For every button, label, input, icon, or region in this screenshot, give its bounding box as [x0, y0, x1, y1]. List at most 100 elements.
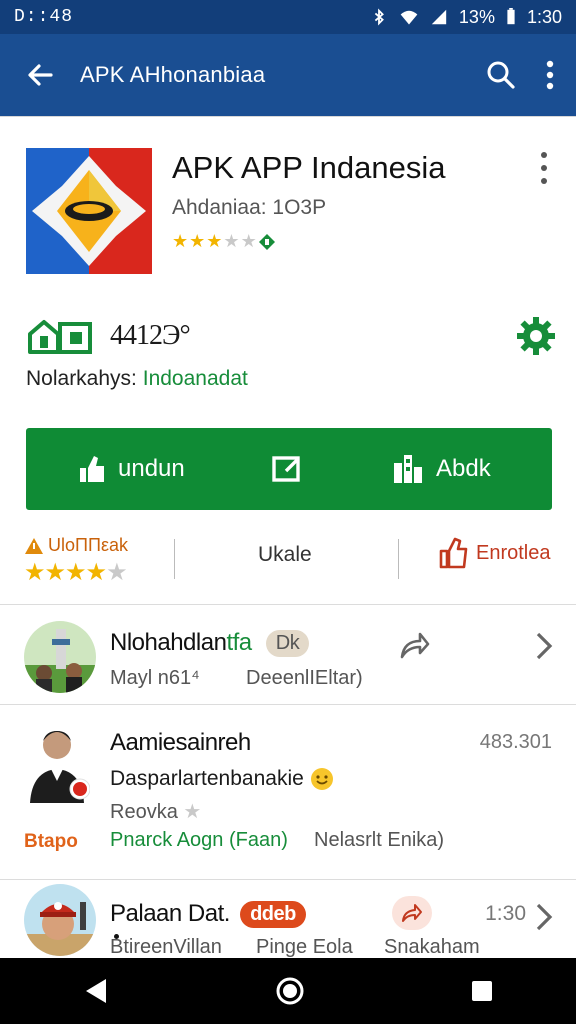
star-icon: ★ — [85, 559, 107, 586]
app-icon[interactable] — [26, 148, 152, 274]
item-title: Aamiesainreh — [110, 729, 251, 756]
rating-middle-label[interactable]: Ukale — [258, 543, 312, 567]
star-icon: ★ — [223, 231, 240, 251]
app-more-button[interactable] — [532, 148, 556, 188]
rating-label-row: UloΠΠεak — [24, 535, 128, 556]
rating-right-label: Enrotlea — [476, 541, 551, 564]
chevron-right-icon[interactable] — [534, 902, 554, 932]
edit-box-icon — [272, 456, 300, 482]
install-button[interactable]: Abdk — [392, 428, 491, 510]
star-icon: ★ — [189, 231, 206, 251]
leaf-badge-icon — [258, 233, 275, 250]
gear-icon[interactable] — [516, 316, 556, 356]
item-meta-left: Mayl n61⁴ — [110, 667, 200, 689]
star-icon: ★ — [24, 559, 45, 586]
nav-back-icon[interactable] — [82, 977, 110, 1005]
more-vert-icon[interactable] — [546, 60, 554, 90]
star-icon: ★ — [206, 231, 223, 251]
item-meta-right: DeeenlIEltar) — [246, 667, 363, 689]
item-line3: Reovka ★ — [110, 799, 201, 824]
item-line4-green: Pnarck Aogn (Faan) — [110, 829, 288, 851]
rating-summary[interactable]: UloΠΠεak ★★★★★ — [24, 535, 128, 587]
avatar — [24, 884, 96, 956]
rating-row: UloΠΠεak ★★★★★ Ukale Enrotlea — [0, 529, 576, 605]
info-row: 4412Э° — [26, 314, 556, 358]
edit-button[interactable] — [272, 428, 302, 510]
thumb-up-icon — [80, 456, 104, 482]
person-cap-icon — [24, 884, 96, 956]
rating-right-button[interactable]: Enrotlea — [438, 537, 551, 569]
rating-label: UloΠΠεak — [48, 535, 129, 555]
chevron-right-icon[interactable] — [534, 631, 554, 661]
share-icon[interactable] — [400, 631, 430, 659]
avatar — [24, 621, 96, 693]
item-tag-left: Btapo — [24, 831, 78, 852]
item-value-right: 1:30 — [485, 902, 526, 925]
star-icon: ★ — [65, 559, 86, 586]
app-title: APK APP Indanesia — [172, 150, 446, 185]
wifi-icon — [400, 10, 418, 25]
item-title-suffix: tfa — [226, 629, 252, 656]
search-icon[interactable] — [486, 60, 516, 90]
item-line2-text: Dasparlartenbanakie — [110, 767, 304, 790]
star-icon: ★ — [172, 231, 189, 251]
avatar-image-icon — [24, 621, 96, 693]
app-detail-card: APK APP Indanesia Ahdaniaa: 1О3Р ★ ★ ★ ★… — [0, 116, 576, 958]
house-logo-icon — [28, 320, 92, 354]
app-logo-icon — [26, 148, 152, 274]
person-photo-icon — [24, 719, 90, 803]
list-item-title: Nlohahdlantfa Dk — [110, 629, 310, 658]
divider — [398, 539, 399, 579]
download-label: undun — [118, 455, 185, 482]
item-title: Palaan Dat. — [110, 900, 230, 927]
list-item[interactable]: Aamiesainreh 483.301 Dasparlartenbanakie… — [0, 704, 576, 879]
app-bar-title: APK AHhonanbiaa — [80, 62, 266, 87]
star-icon: ★ — [240, 231, 257, 251]
status-time-left: D::48 — [14, 7, 74, 27]
item-value-right: 483.301 — [479, 731, 552, 753]
status-icons: 13% 1:30 — [369, 7, 562, 28]
app-bar-actions — [486, 60, 576, 90]
nav-home-icon[interactable] — [275, 976, 305, 1006]
avatar — [24, 719, 90, 803]
nav-recents-icon[interactable] — [470, 979, 494, 1003]
language-label: Nolarkahys: — [26, 367, 137, 390]
app-header: APK APP Indanesia Ahdaniaa: 1О3Р ★ ★ ★ ★… — [26, 148, 556, 278]
bluetooth-icon — [374, 8, 384, 26]
status-time-right: 1:30 — [526, 6, 562, 27]
system-nav-bar — [0, 958, 576, 1024]
language-row: Nolarkahys: Indoanadat — [26, 367, 248, 391]
star-icon: ★ — [106, 559, 127, 586]
download-button[interactable]: undun — [78, 428, 185, 510]
list-item[interactable]: Palaan Dat. ddeb BtireenVillan Pinge Eol… — [0, 879, 576, 959]
divider — [174, 539, 175, 579]
info-value: 4412Э° — [110, 320, 191, 351]
install-label: Abdk — [436, 455, 491, 482]
list-item[interactable]: Nlohahdlantfa Dk Mayl n61⁴ DeeenlIEltar) — [0, 604, 576, 704]
item-line4-gray: Nelasrlt Enika) — [314, 829, 445, 851]
star-icon: ★ — [183, 801, 202, 823]
more-dot — [541, 165, 547, 171]
smiley-icon — [310, 767, 334, 791]
thumb-outline-icon — [439, 537, 468, 569]
language-value: Indoanadat — [142, 367, 248, 390]
arrow-back-icon — [28, 64, 53, 86]
item-meta-2: Pinge Eola — [256, 936, 353, 958]
share-icon — [402, 904, 422, 922]
app-rating-stars: ★ ★ ★ ★ ★ — [172, 231, 276, 252]
rating-stars: ★★★★★ — [24, 558, 128, 587]
share-button[interactable] — [392, 896, 432, 930]
star-icon: ★ — [44, 559, 66, 586]
battery-percent: 13% — [458, 6, 495, 27]
status-bar: D::48 13% 1:30 — [0, 0, 576, 34]
more-dot — [541, 152, 547, 158]
battery-icon — [507, 8, 515, 25]
warning-icon — [25, 537, 43, 554]
signal-icon — [431, 9, 447, 25]
back-button[interactable] — [0, 34, 80, 116]
item-line2: Dasparlartenbanakie — [110, 767, 334, 791]
app-bar: APK AHhonanbiaa — [0, 34, 576, 116]
item-meta-3: Snakaham — [384, 936, 480, 958]
item-meta-1: BtireenVillan — [110, 936, 222, 958]
item-pill: Dk — [265, 630, 310, 658]
